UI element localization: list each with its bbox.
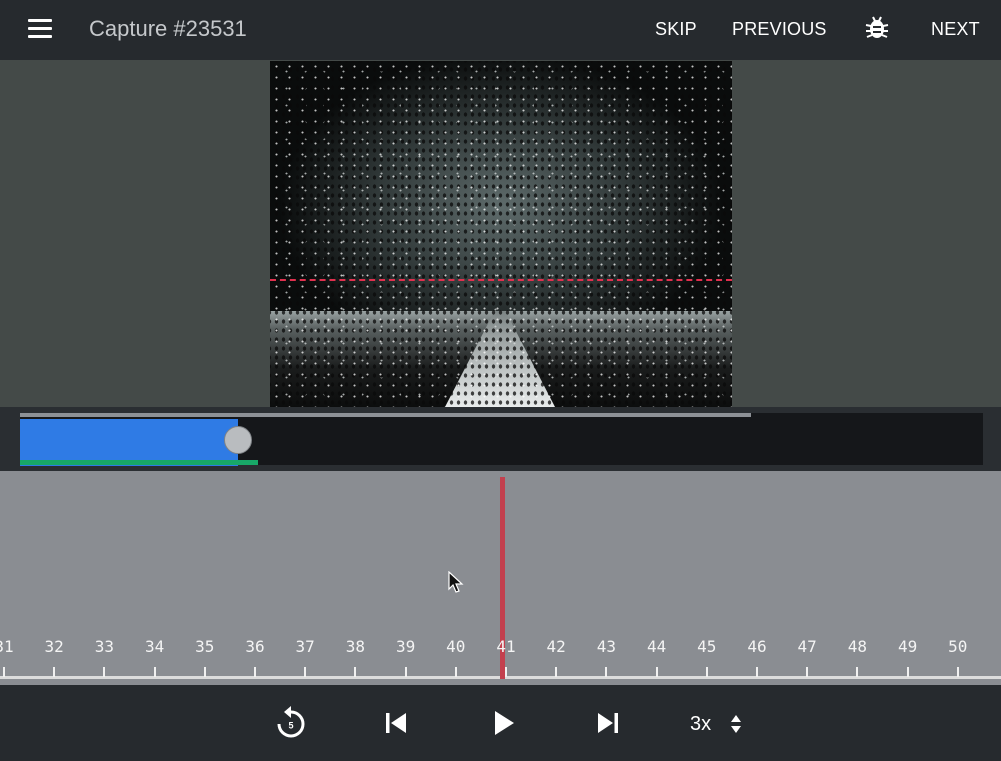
timeline-tick <box>806 667 809 677</box>
timeline-tick-label: 50 <box>948 637 968 656</box>
timeline-tick-label: 36 <box>245 637 265 656</box>
timeline-tick-label: 32 <box>44 637 64 656</box>
page-title: Capture #23531 <box>89 16 247 41</box>
timeline-tick-label: 41 <box>496 637 516 656</box>
mouse-cursor-icon <box>448 571 464 593</box>
scrubber-annotated-bar <box>20 460 258 465</box>
camera-frame-image <box>270 61 732 407</box>
timeline-tick-label: 39 <box>395 637 416 656</box>
timeline-tick-label: 33 <box>94 637 115 656</box>
timeline-tick-label: 48 <box>847 637 868 656</box>
timeline-tick-label: 49 <box>897 637 918 656</box>
timeline-tick-label: 44 <box>646 637 667 656</box>
timeline-tick-label: 31 <box>0 637 14 656</box>
timeline-tick-label: 40 <box>446 637 466 656</box>
timeline-tick-label: 5 <box>993 637 1001 656</box>
timeline-tick <box>956 667 959 677</box>
timeline-tick <box>153 667 156 677</box>
timeline-tick <box>454 667 457 677</box>
timeline-tick <box>605 667 608 677</box>
top-bar: Capture #23531 SKIP PREVIOUS NEXT <box>0 0 1001 60</box>
timeline-tick <box>555 667 558 677</box>
skip-button[interactable]: SKIP <box>655 19 697 40</box>
progress-scrubber[interactable] <box>0 407 1001 471</box>
timeline-tick <box>756 667 758 677</box>
timeline-tick <box>404 667 407 677</box>
timeline-tick <box>505 667 507 677</box>
hamburger-menu-icon[interactable] <box>26 17 54 41</box>
timeline-tick <box>203 667 206 677</box>
scrubber-buffer-bar <box>20 413 751 417</box>
capture-viewer <box>0 60 1001 407</box>
timeline-tick <box>705 667 708 677</box>
frame-noise <box>270 61 732 407</box>
timeline-tick-label: 42 <box>546 637 566 656</box>
play-icon[interactable] <box>492 710 516 736</box>
timeline[interactable]: 31 32 33 34 35 36 37 38 39 40 41 42 43 44 45 46 47 48 49 50… <box>0 471 1001 685</box>
timeline-tick-label: 35 <box>195 637 215 656</box>
timeline-tick-label: 37 <box>295 637 315 656</box>
timeline-tick-label: 45 <box>697 637 717 656</box>
playback-controls: 5 3x <box>0 685 1001 761</box>
timeline-tick <box>304 667 307 677</box>
replay-5-icon[interactable]: 5 <box>274 703 308 741</box>
playback-speed-value[interactable]: 3x <box>690 713 711 736</box>
skip-previous-icon[interactable] <box>384 711 408 735</box>
horizon-line[interactable] <box>270 279 732 281</box>
timeline-tick <box>254 667 256 677</box>
timeline-tick-label: 34 <box>144 637 165 656</box>
up-down-arrows-icon[interactable] <box>729 713 743 735</box>
timeline-tick-label: 43 <box>596 637 617 656</box>
timeline-tick-label: 38 <box>345 637 366 656</box>
timeline-tick <box>103 667 106 677</box>
timeline-tick <box>53 667 56 677</box>
timeline-tick <box>354 667 357 677</box>
bug-icon[interactable] <box>864 14 890 42</box>
timeline-tick <box>655 667 658 677</box>
scrubber-handle[interactable] <box>223 426 252 454</box>
replay-seconds-label: 5 <box>288 721 293 731</box>
next-button[interactable]: NEXT <box>931 19 980 40</box>
timeline-tick <box>3 667 5 677</box>
timeline-tick <box>856 667 859 677</box>
timeline-tick-label: 47 <box>797 637 817 656</box>
skip-next-icon[interactable] <box>596 711 620 735</box>
timeline-tick <box>906 667 909 677</box>
scrubber-progress-fill <box>20 419 238 466</box>
previous-button[interactable]: PREVIOUS <box>732 19 827 40</box>
timeline-tick-label: 46 <box>747 637 767 656</box>
